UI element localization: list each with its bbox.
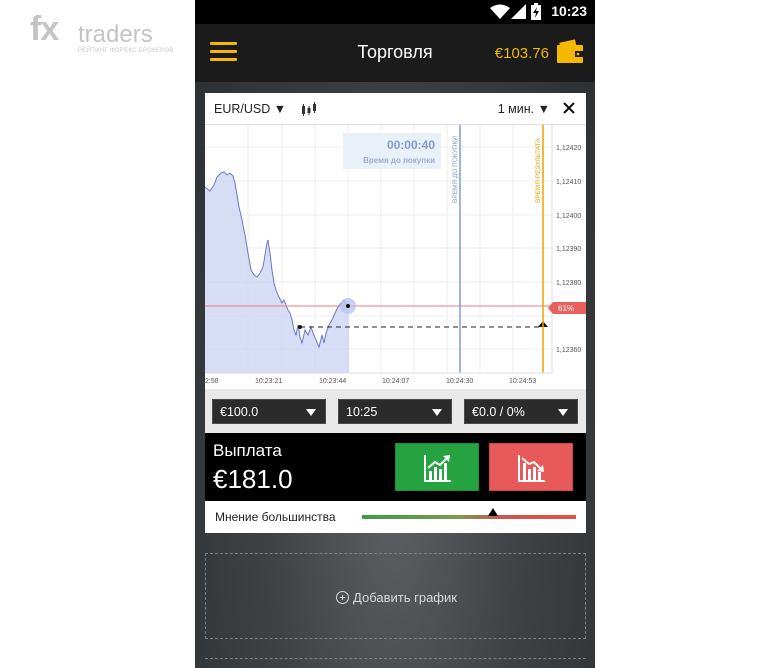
page: fx traders РЕЙТИНГ ФОРЕКС БРОКЕРОВ 10:23… (0, 0, 780, 668)
countdown-timer: 00:00:40 (387, 138, 435, 152)
plus-circle-icon (336, 591, 350, 604)
y-tick: 1,12420 (556, 145, 581, 152)
app-header: Торговля €103.76 (195, 24, 595, 82)
close-icon[interactable] (561, 100, 577, 116)
timeframe-selector[interactable]: 1 мин. ▼ (498, 102, 550, 116)
caret-down-icon (306, 409, 316, 416)
asset-selector[interactable]: EUR/USD ▼ (214, 102, 286, 116)
majority-sentiment-bar (362, 508, 576, 519)
percent-badge: 61% (558, 304, 574, 313)
countdown-label: Время до покупки (363, 156, 435, 165)
payout-value: €181.0 (213, 464, 293, 494)
y-tick: 1,12410 (556, 179, 581, 186)
wifi-icon (490, 4, 510, 19)
majority-marker-icon (487, 508, 498, 516)
y-tick: 1,12380 (556, 280, 581, 287)
fxtraders-watermark: fx traders РЕЙТИНГ ФОРЕКС БРОКЕРОВ (30, 10, 173, 58)
add-chart-label: Добавить график (353, 590, 457, 605)
trading-panel: EUR/USD ▼ 1 мин. ▼ ВРЕМЯ ДО ПОКУПКИ ВРЕМ… (205, 93, 586, 533)
call-up-button[interactable] (395, 443, 479, 491)
add-chart-button[interactable]: Добавить график (205, 553, 586, 639)
chart-down-icon (518, 455, 545, 482)
y-tick: 1,12360 (556, 347, 581, 354)
payout-label: Выплата (213, 441, 282, 460)
expiry-select[interactable]: 10:25 (338, 399, 452, 424)
x-tick: 10:24:07 (382, 378, 409, 385)
amount-select[interactable]: €100.0 (212, 399, 326, 424)
caret-down-icon: ▼ (273, 102, 287, 116)
x-tick: 10:23:21 (255, 378, 282, 385)
battery-icon (531, 3, 541, 20)
account-balance: €103.76 (494, 45, 549, 62)
expiry-value: 10:25 (346, 405, 378, 419)
current-price-point (346, 304, 350, 308)
bonus-value: €0.0 / 0% (472, 405, 525, 419)
put-down-button[interactable] (489, 443, 573, 491)
payout-bar: Выплата €181.0 (205, 433, 586, 501)
watermark-tagline: РЕЙТИНГ ФОРЕКС БРОКЕРОВ (78, 48, 174, 54)
price-chart[interactable]: ВРЕМЯ ДО ПОКУПКИ ВРЕМЯ РЕЗУЛЬТАТА 00:00:… (205, 125, 586, 389)
x-tick: 10:23:44 (319, 378, 346, 385)
result-time-label: ВРЕМЯ РЕЗУЛЬТАТА (535, 138, 542, 203)
status-time: 10:23 (551, 3, 587, 19)
caret-down-icon (432, 409, 442, 416)
next-chart-slot (205, 658, 586, 668)
trade-entry-point (298, 325, 302, 329)
watermark-brand: traders (78, 21, 153, 48)
chart-toolbar: EUR/USD ▼ 1 мин. ▼ (205, 93, 586, 125)
y-tick: 1,12390 (556, 246, 581, 253)
majority-label: Мнение большинства (215, 510, 336, 524)
status-bar: 10:23 (195, 0, 595, 24)
x-tick: 10:24:53 (509, 378, 536, 385)
amount-value: €100.0 (220, 405, 259, 419)
chart-up-icon (424, 455, 451, 482)
caret-down-icon (558, 409, 568, 416)
phone-screen: 10:23 Торговля €103.76 EUR/USD ▼ 1 мин. … (195, 0, 595, 668)
x-tick: 2:58 (205, 378, 219, 385)
wallet-icon[interactable] (557, 39, 583, 63)
x-tick: 10:24:30 (446, 378, 473, 385)
asset-label: EUR/USD (214, 102, 271, 116)
candlestick-icon[interactable] (301, 102, 317, 116)
signal-icon (511, 4, 526, 19)
purchase-deadline-label: ВРЕМЯ ДО ПОКУПКИ (452, 136, 459, 203)
bonus-select[interactable]: €0.0 / 0% (464, 399, 578, 424)
y-tick: 1,12400 (556, 213, 581, 220)
caret-down-icon: ▼ (537, 102, 550, 116)
timeframe-label: 1 мин. (497, 102, 535, 116)
watermark-fx: fx (30, 10, 59, 48)
majority-opinion: Мнение большинства (205, 501, 586, 533)
add-chart-content: Добавить график (206, 590, 587, 605)
